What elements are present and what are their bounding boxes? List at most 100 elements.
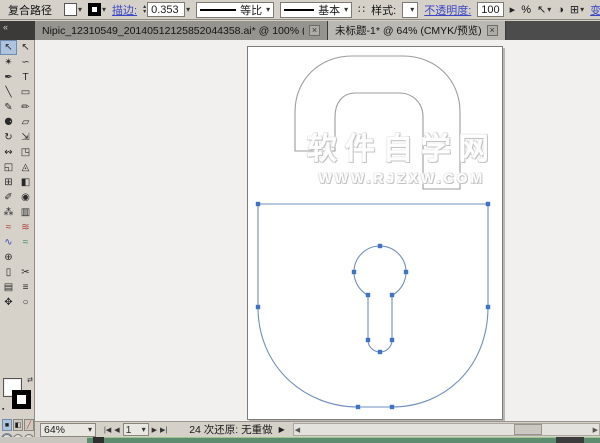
selection-tool[interactable]: ↖ (0, 40, 17, 55)
chevron-down-icon[interactable]: ▾ (186, 5, 190, 14)
scissors-tool[interactable]: ✂ (17, 265, 34, 280)
previous-artboard-icon[interactable]: ◀ (114, 426, 119, 434)
opacity-panel-link[interactable]: 不透明度: (424, 2, 471, 18)
anchor-point[interactable] (351, 269, 357, 275)
free-transform-tool[interactable]: ◳ (17, 145, 34, 160)
mesh-tool[interactable]: ⊞ (0, 175, 17, 190)
opacity-popup-icon[interactable]: ▸ (510, 3, 516, 16)
slice-tool[interactable]: ▯ (0, 265, 17, 280)
perspective-grid-tool[interactable]: ◬ (17, 160, 34, 175)
measure-tool[interactable]: ≡ (17, 280, 34, 295)
stroke-color-picker[interactable]: ▾ (88, 3, 106, 16)
spinner-down-icon[interactable]: ▾ (143, 9, 146, 15)
live-paint-selection-tool[interactable]: ≋ (17, 220, 34, 235)
rectangle-tool[interactable]: ▭ (17, 85, 34, 100)
align-options-icon[interactable]: ⊞ ▾ (570, 3, 584, 16)
none-mode-button[interactable]: ╱ (24, 419, 34, 431)
select-similar-icon[interactable]: ↖ (537, 3, 546, 16)
symbol-sprayer-tool[interactable]: ⁂ (0, 205, 17, 220)
anchor-point[interactable] (255, 304, 261, 310)
magic-wand-tool[interactable]: ✴ (0, 55, 17, 70)
lock-shackle-path[interactable] (294, 55, 461, 190)
first-artboard-icon[interactable]: |◀ (104, 426, 111, 434)
close-icon[interactable]: × (309, 25, 320, 36)
blend-tool[interactable]: ◉ (17, 190, 34, 205)
rotate-tool[interactable]: ↻ (0, 130, 17, 145)
direct-selection-tool[interactable]: ↖ (17, 40, 34, 55)
close-icon[interactable]: × (486, 25, 498, 36)
gradient-mode-button[interactable]: ◧ (13, 419, 23, 431)
align-grid-icon[interactable]: ⊞ (570, 3, 579, 16)
anchor-point[interactable] (355, 404, 361, 410)
anchor-point[interactable] (377, 349, 383, 355)
horizontal-scrollbar[interactable]: ◀ ▶ (292, 423, 600, 436)
anchor-point[interactable] (365, 292, 371, 298)
zoom-tool[interactable]: ○ (17, 295, 34, 310)
anchor-point[interactable] (485, 201, 491, 207)
width-profile-dropdown[interactable]: 等比 ▾ (196, 1, 275, 18)
canvas-area[interactable]: 软件自学网 WWW.RJZXW.COM (35, 40, 600, 421)
zoom-level-dropdown[interactable]: 64% ▾ (40, 422, 96, 437)
next-artboard-icon[interactable]: ▶ (152, 426, 157, 434)
lasso-tool[interactable]: ∽ (17, 55, 34, 70)
style-dropdown[interactable]: ▾ (402, 1, 419, 18)
stroke-panel-link[interactable]: 描边: (112, 2, 137, 18)
transform-panel-link[interactable]: 变换 (590, 2, 600, 18)
scrollbar-thumb[interactable] (513, 424, 542, 435)
artwork-anchors[interactable] (255, 201, 491, 410)
lock-body-path[interactable] (257, 203, 489, 408)
paintbrush-tool[interactable]: ✎ (0, 100, 17, 115)
scroll-left-icon[interactable]: ◀ (295, 426, 300, 434)
eraser-tool[interactable]: ▱ (17, 115, 34, 130)
width-tool[interactable]: ↭ (0, 145, 17, 160)
anchor-point[interactable] (377, 243, 383, 249)
last-artboard-icon[interactable]: ▶| (160, 426, 167, 434)
shape-mode-icon[interactable]: ∷ (358, 3, 365, 16)
pencil-tool[interactable]: ✏ (17, 100, 34, 115)
panel-collapse-icon[interactable]: « (3, 22, 8, 32)
chevron-down-icon[interactable]: ▾ (580, 5, 584, 14)
live-paint-bucket-tool[interactable]: ≈ (0, 220, 17, 235)
curvature-tool[interactable]: ∿ (0, 235, 17, 250)
opacity-field[interactable]: 100 (477, 2, 504, 17)
column-graph-tool[interactable]: ▥ (17, 205, 34, 220)
keyhole-path[interactable] (353, 245, 407, 353)
anchor-point[interactable] (365, 337, 371, 343)
anchor-point[interactable] (403, 269, 409, 275)
perspective-selection-tool[interactable]: ▤ (0, 280, 17, 295)
document-tab-2[interactable]: 未标题-1* @ 64% (CMYK/预览) × (328, 21, 506, 40)
shape-builder-tool[interactable]: ◱ (0, 160, 17, 175)
pen-tool[interactable]: ✒ (0, 70, 17, 85)
anchor-point[interactable] (389, 292, 395, 298)
line-segment-tool[interactable]: ╲ (0, 85, 17, 100)
artboard-tool[interactable]: ⊕ (0, 250, 17, 265)
eyedropper-tool[interactable]: ✐ (0, 190, 17, 205)
stroke-weight-stepper[interactable]: ▴ ▾ 0.353 ▾ (143, 2, 190, 17)
color-mode-button[interactable]: ■ (2, 419, 12, 431)
stroke-weight-field[interactable]: 0.353 (147, 2, 186, 17)
stroke-swatch[interactable] (88, 3, 102, 16)
scroll-right-icon[interactable]: ▶ (593, 426, 598, 434)
artboard-number-dropdown[interactable]: 1 ▾ (122, 423, 149, 436)
anchor-point[interactable] (389, 404, 395, 410)
recolor-artwork-icon[interactable]: ◑ (557, 4, 564, 16)
chevron-down-icon[interactable]: ▾ (102, 5, 106, 14)
gradient-tool[interactable]: ◧ (17, 175, 34, 190)
chevron-down-icon[interactable]: ▾ (547, 5, 551, 14)
anchor-point[interactable] (255, 201, 261, 207)
brush-definition-dropdown[interactable]: 基本 ▾ (280, 1, 353, 18)
default-fill-stroke-icon[interactable]: ▪ (2, 406, 4, 413)
chevron-down-icon[interactable]: ▾ (78, 5, 82, 14)
document-tab-1[interactable]: Nipic_12310549_20140512125852044358.ai* … (35, 21, 328, 40)
fill-swatch[interactable] (64, 3, 77, 16)
select-similar-options-icon[interactable]: ↖ ▾ (537, 3, 551, 16)
type-tool[interactable]: T (17, 70, 34, 85)
toolbar-collapse-header[interactable]: « (0, 21, 35, 40)
smooth-tool[interactable]: ≈ (17, 235, 34, 250)
fill-color-picker[interactable]: ▾ (64, 3, 82, 16)
scale-tool[interactable]: ⇲ (17, 130, 34, 145)
anchor-point[interactable] (485, 304, 491, 310)
blob-brush-tool[interactable]: ⚈ (0, 115, 17, 130)
swap-fill-stroke-icon[interactable]: ⇄ (27, 376, 33, 384)
status-flyout-icon[interactable]: ▶ (279, 425, 285, 434)
